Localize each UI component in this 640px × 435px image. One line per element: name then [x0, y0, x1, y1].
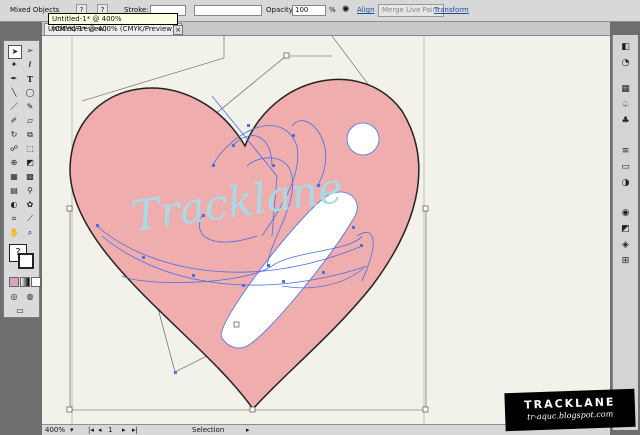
first-artboard-icon[interactable]: |◂	[88, 425, 94, 435]
next-artboard-icon[interactable]: ▸	[122, 425, 126, 435]
transparency-icon[interactable]: ◑	[618, 177, 633, 190]
magic-wand-tool-icon[interactable]: ✦	[8, 59, 20, 71]
lasso-tool-icon[interactable]: ℓ	[24, 59, 36, 71]
symbols-icon[interactable]: ♣	[618, 115, 633, 128]
scale-tool-icon[interactable]: ⧉	[24, 129, 36, 141]
layers-icon[interactable]: ◈	[618, 239, 633, 252]
artboard-canvas[interactable]: Tracklane	[42, 36, 610, 424]
mesh-tool-icon[interactable]: ▩	[24, 171, 36, 183]
warp-tool-icon[interactable]: ☍	[8, 143, 20, 155]
opacity-label: Opacity:	[266, 6, 295, 14]
heart-hole	[346, 122, 380, 156]
previous-artboard-icon[interactable]: ◂	[98, 425, 102, 435]
direct-selection-tool-icon[interactable]: ➢	[24, 45, 36, 57]
eyedropper-tool-icon[interactable]: ⚲	[24, 185, 36, 197]
live-paint-tool-icon[interactable]: ◩	[24, 157, 36, 169]
align-link[interactable]: Align	[357, 4, 375, 17]
tools-panel: ➤ ➢ ✦ ℓ ✒ T ╲ ◯ ／ ✎ ✐ ▱ ↻ ⧉ ☍ ⬚ ⊕ ◩ ▦ ▩ …	[3, 40, 41, 318]
pencil-tool-icon[interactable]: ✎	[24, 101, 36, 113]
appearance-icon[interactable]: ◉	[618, 207, 633, 220]
color-mode-icon[interactable]	[9, 277, 19, 287]
color-panel-icon[interactable]: ◧	[618, 41, 633, 54]
type-tool-icon[interactable]: T	[24, 73, 36, 85]
artboards-icon[interactable]: ⊞	[618, 255, 633, 268]
ellipse-tool-icon[interactable]: ◯	[24, 87, 36, 99]
screen-mode-icon[interactable]: ▭	[14, 305, 26, 317]
recolor-artwork-icon[interactable]: ✺	[342, 4, 350, 17]
color-guide-icon[interactable]: ◔	[618, 57, 633, 70]
variable-width-profile-select[interactable]	[194, 5, 262, 16]
artwork-svg: Tracklane	[66, 36, 429, 424]
page-number[interactable]: 1	[108, 425, 112, 435]
draw-behind-icon[interactable]: ◍	[24, 291, 36, 303]
transform-link[interactable]: Transform	[434, 4, 469, 17]
stroke-icon[interactable]: ≡	[618, 145, 633, 158]
opacity-unit: %	[329, 6, 336, 14]
rotate-tool-icon[interactable]: ↻	[8, 129, 20, 141]
close-icon[interactable]: ×	[173, 25, 183, 35]
none-mode-icon[interactable]	[31, 277, 41, 287]
symbol-sprayer-tool-icon[interactable]: ✿	[24, 199, 36, 211]
selection-tool-icon[interactable]: ➤	[8, 45, 22, 59]
blob-brush-tool-icon[interactable]: ✐	[8, 115, 20, 127]
zoom-tool-icon[interactable]: ⌕	[24, 227, 36, 239]
brushes-icon[interactable]: ♤	[618, 99, 633, 112]
artboard-tool-icon[interactable]: ⌗	[8, 213, 20, 225]
paintbrush-tool-icon[interactable]: ／	[8, 101, 20, 113]
watermark-logo: TRACKLANE tr-aquc.blogspot.com	[504, 388, 636, 432]
shape-builder-tool-icon[interactable]: ⊕	[8, 157, 20, 169]
opacity-field[interactable]: 100	[292, 5, 326, 16]
draw-normal-icon[interactable]: ◎	[8, 291, 20, 303]
line-tool-icon[interactable]: ╲	[8, 87, 20, 99]
last-artboard-icon[interactable]: ▸|	[132, 425, 138, 435]
zoom-level[interactable]: 400%	[45, 425, 65, 435]
status-menu-icon[interactable]: ▸	[246, 425, 250, 435]
hand-tool-icon[interactable]: ✋	[8, 227, 20, 239]
blend-tool-icon[interactable]: ◐	[8, 199, 20, 211]
document-tooltip: Untitled-1* @ 400% (CMYK/Preview)	[48, 13, 178, 33]
zoom-dropdown-icon[interactable]: ▾	[70, 425, 74, 435]
eraser-tool-icon[interactable]: ▱	[24, 115, 36, 127]
stroke-color-icon[interactable]	[18, 253, 34, 269]
free-transform-tool-icon[interactable]: ⬚	[24, 143, 36, 155]
gradient-tool-icon[interactable]: ▤	[8, 185, 20, 197]
current-tool-name: Selection	[192, 426, 225, 434]
pen-tool-icon[interactable]: ✒	[8, 73, 20, 85]
gradient-mode-icon[interactable]	[20, 277, 30, 287]
right-panel-dock: ◧ ◔ ▦ ♤ ♣ ≡ ▭ ◑ ◉ ◩ ◈ ⊞	[612, 35, 638, 430]
swatches-icon[interactable]: ▦	[618, 83, 633, 96]
graphic-styles-icon[interactable]: ◩	[618, 223, 633, 236]
slice-tool-icon[interactable]: ⟋	[24, 213, 36, 225]
gradient-icon[interactable]: ▭	[618, 161, 633, 174]
perspective-tool-icon[interactable]: ▦	[8, 171, 20, 183]
